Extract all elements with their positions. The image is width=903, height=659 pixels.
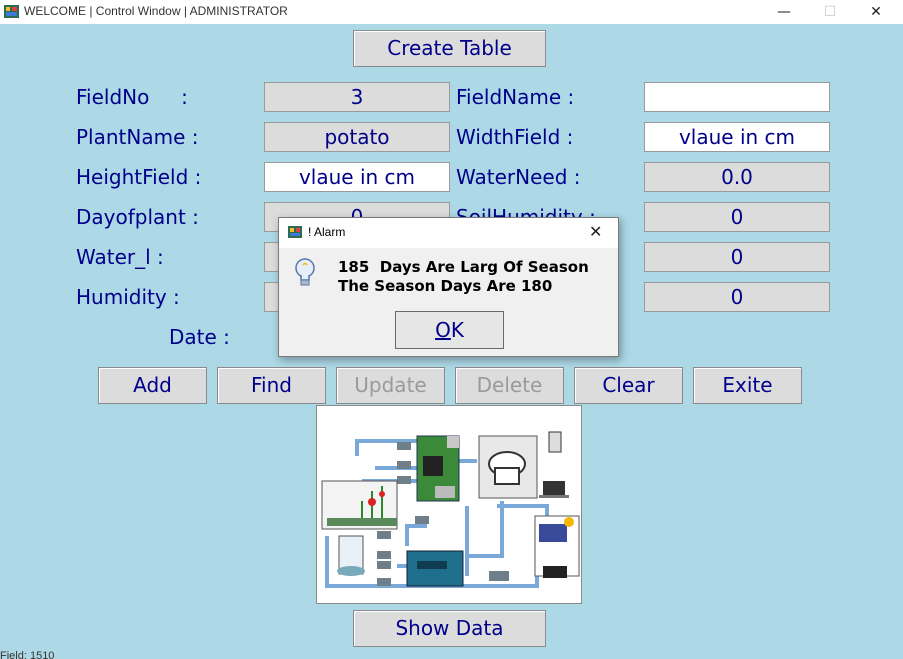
lightbulb-info-icon [295, 258, 315, 286]
window-titlebar: WELCOME | Control Window | ADMINISTRATOR… [0, 0, 903, 24]
ok-button[interactable]: OK [395, 311, 504, 349]
minimize-button[interactable]: — [761, 0, 807, 24]
status-text: Field: 1510 [0, 650, 55, 659]
ok-button-rest: K [450, 318, 464, 342]
add-button[interactable]: Add [98, 367, 207, 404]
field-no-field: 3 [264, 82, 450, 112]
dialog-close-button[interactable]: ✕ [589, 222, 602, 241]
date-label: Date : [169, 325, 230, 349]
right-row6-field: 0 [644, 282, 830, 312]
iot-irrigation-system-diagram-icon [317, 406, 581, 603]
dialog-message-line2: The Season Days Are 180 [338, 277, 553, 295]
create-table-button[interactable]: Create Table [353, 30, 546, 67]
show-data-button[interactable]: Show Data [353, 610, 546, 647]
water-need-field: 0.0 [644, 162, 830, 192]
close-window-button[interactable]: ✕ [853, 0, 899, 24]
right-row5-field: 0 [644, 242, 830, 272]
plant-name-field: potato [264, 122, 450, 152]
alarm-dialog: ! Alarm ✕ 185 Days Are Larg Of Season Th… [278, 217, 619, 357]
day-of-plant-label: Dayofplant : [76, 205, 199, 229]
height-field-label: HeightField : [76, 165, 202, 189]
delete-button[interactable]: Delete [455, 367, 564, 404]
dialog-message-line1: 185 Days Are Larg Of Season [338, 258, 589, 276]
humidity-label: Humidity : [76, 285, 180, 309]
dialog-app-icon [288, 226, 302, 238]
width-field-input[interactable]: vlaue in cm [644, 122, 830, 152]
width-field-label: WidthField : [456, 125, 574, 149]
field-name-label: FieldName : [456, 85, 575, 109]
update-button[interactable]: Update [336, 367, 445, 404]
plant-name-label: PlantName : [76, 125, 199, 149]
exit-button[interactable]: Exite [693, 367, 802, 404]
window-title: WELCOME | Control Window | ADMINISTRATOR [24, 4, 288, 18]
dialog-message: 185 Days Are Larg Of Season The Season D… [338, 258, 589, 296]
water-need-label: WaterNeed : [456, 165, 581, 189]
field-no-label: FieldNo : [76, 85, 188, 109]
dialog-title: ! Alarm [308, 225, 346, 239]
height-field-input[interactable]: vlaue in cm [264, 162, 450, 192]
dialog-titlebar: ! Alarm ✕ [279, 218, 618, 248]
iot-diagram-image [316, 405, 582, 604]
maximize-button[interactable]: ☐ [807, 0, 853, 24]
find-button[interactable]: Find [217, 367, 326, 404]
app-icon [4, 5, 19, 18]
water-l-label: Water_l : [76, 245, 164, 269]
clear-button[interactable]: Clear [574, 367, 683, 404]
ok-button-mnemonic: O [435, 318, 451, 342]
soil-humidity-field: 0 [644, 202, 830, 232]
field-name-input[interactable] [644, 82, 830, 112]
